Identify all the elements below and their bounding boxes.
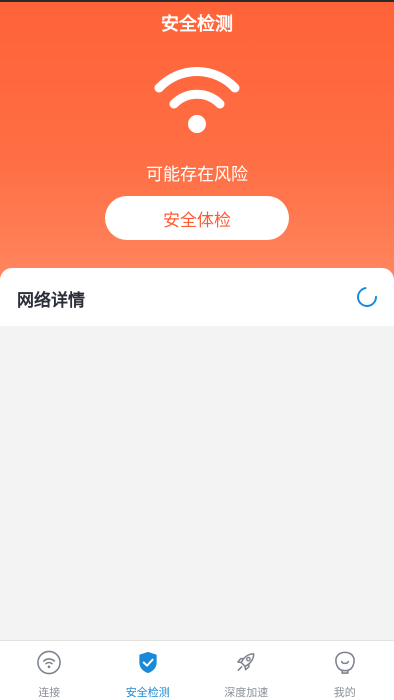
tab-connect[interactable]: 连接 bbox=[0, 641, 99, 700]
tab-deep-boost[interactable]: 深度加速 bbox=[197, 641, 296, 700]
risk-status-text: 可能存在风险 bbox=[146, 165, 248, 185]
network-details-title: 网络详情 bbox=[17, 291, 85, 311]
wifi-circle-icon bbox=[37, 650, 62, 675]
wifi-icon bbox=[154, 67, 240, 133]
network-details-card[interactable]: 网络详情 bbox=[0, 268, 394, 326]
profile-icon bbox=[334, 651, 355, 674]
tab-mine-label: 我的 bbox=[333, 686, 356, 699]
hero-banner: 安全检测 可能存在风险 安全体检 bbox=[0, 0, 394, 300]
page-title: 安全检测 bbox=[161, 14, 233, 35]
rocket-icon bbox=[237, 653, 255, 671]
tab-deep-boost-label: 深度加速 bbox=[224, 686, 269, 699]
top-divider bbox=[0, 0, 394, 2]
bottom-tab-bar: 连接 安全检测 深度加速 我的 bbox=[0, 640, 394, 700]
shield-check-icon bbox=[139, 651, 157, 674]
security-check-button[interactable]: 安全体检 bbox=[105, 196, 289, 240]
tab-security-check-label: 安全检测 bbox=[125, 686, 170, 699]
tab-connect-label: 连接 bbox=[38, 686, 61, 699]
tab-security-check[interactable]: 安全检测 bbox=[99, 641, 198, 700]
tab-mine[interactable]: 我的 bbox=[296, 641, 394, 700]
